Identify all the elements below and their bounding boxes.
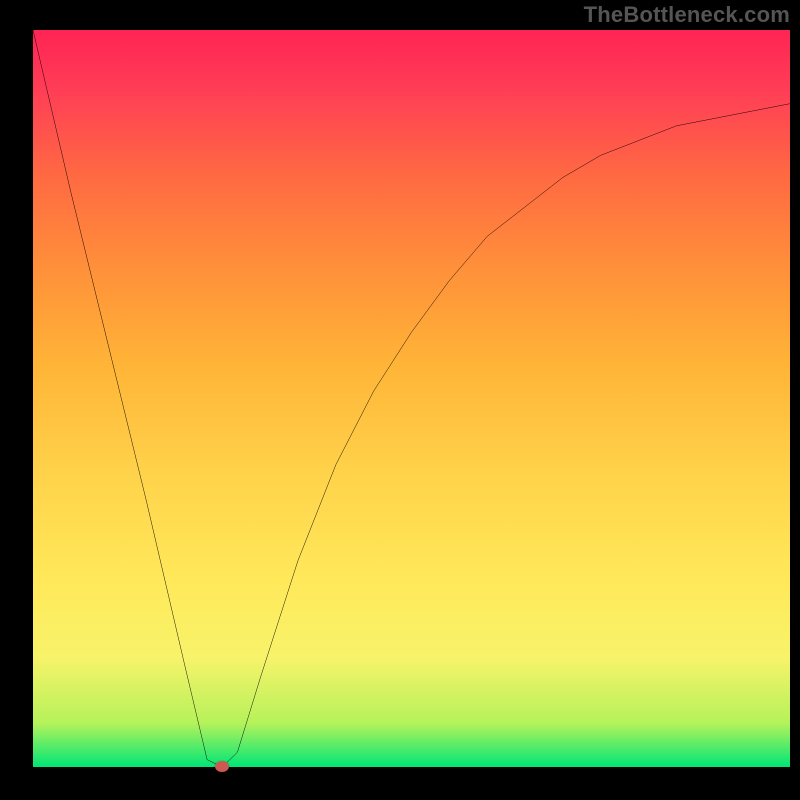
watermark-text: TheBottleneck.com (584, 2, 790, 28)
bottleneck-curve (33, 30, 790, 767)
optimal-point-marker (215, 761, 229, 772)
plot-area (30, 30, 790, 770)
chart-frame: TheBottleneck.com (0, 0, 800, 800)
